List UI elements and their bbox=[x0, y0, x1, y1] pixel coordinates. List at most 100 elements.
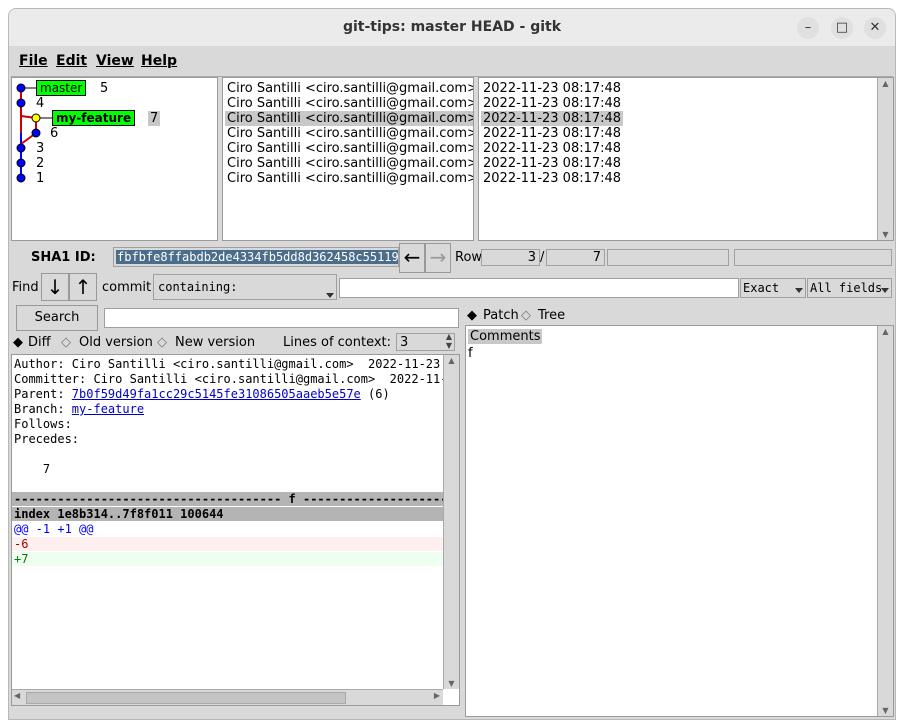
context-spinbox[interactable]: 3 ▲ ▼ bbox=[396, 332, 455, 351]
new-version-radio-label[interactable]: New version bbox=[175, 335, 255, 350]
date-row-selected[interactable]: 2022-11-23 08:17:48 bbox=[481, 111, 624, 126]
diff-radio-label[interactable]: Diff bbox=[28, 335, 51, 350]
chevron-down-icon[interactable] bbox=[881, 288, 889, 293]
new-version-radio-icon[interactable]: ◇ bbox=[157, 335, 167, 350]
branch-link[interactable]: my-feature bbox=[72, 402, 144, 416]
commit-msg-5[interactable]: 5 bbox=[100, 81, 108, 96]
author-row[interactable]: Ciro Santilli <ciro.santilli@gmail.com> bbox=[227, 81, 473, 96]
diff-scrollbar[interactable]: ▲ ▼ bbox=[443, 355, 459, 689]
minimize-button[interactable]: – bbox=[797, 17, 819, 39]
old-version-radio-icon[interactable]: ◇ bbox=[61, 335, 71, 350]
date-row[interactable]: 2022-11-23 08:17:48 bbox=[483, 126, 621, 141]
author-pane[interactable]: Ciro Santilli <ciro.santilli@gmail.com> … bbox=[222, 77, 474, 241]
author-row[interactable]: Ciro Santilli <ciro.santilli@gmail.com> bbox=[227, 141, 473, 156]
find-input[interactable] bbox=[339, 278, 739, 298]
patch-radio-label[interactable]: Patch bbox=[483, 308, 519, 323]
back-button[interactable]: ← bbox=[399, 243, 425, 273]
sha1-label: SHA1 ID: bbox=[31, 250, 96, 265]
forward-button[interactable]: → bbox=[425, 243, 451, 273]
author-row[interactable]: Ciro Santilli <ciro.santilli@gmail.com> bbox=[227, 96, 473, 111]
spin-up-icon[interactable]: ▲ bbox=[446, 332, 452, 341]
menu-edit[interactable]: Edit bbox=[56, 53, 87, 69]
tree-radio-label[interactable]: Tree bbox=[538, 308, 565, 323]
find-fields-value[interactable]: All fields bbox=[810, 281, 882, 295]
maximize-button[interactable]: □ bbox=[831, 17, 853, 39]
commit-msg-3[interactable]: 3 bbox=[36, 141, 44, 156]
diff-pane[interactable]: Author: Ciro Santilli <ciro.santilli@gma… bbox=[11, 354, 460, 706]
author-row[interactable]: Ciro Santilli <ciro.santilli@gmail.com> bbox=[227, 171, 473, 186]
find-mode-value[interactable]: Exact bbox=[743, 281, 779, 295]
commit-list-scrollbar[interactable]: ▲ ▼ bbox=[877, 78, 893, 240]
tree-radio-icon[interactable]: ◇ bbox=[521, 308, 531, 323]
commit-dot-6[interactable] bbox=[31, 128, 41, 138]
scroll-up-arrow[interactable]: ▲ bbox=[878, 79, 893, 88]
commit-dot-5[interactable] bbox=[16, 83, 26, 93]
scroll-up-arrow[interactable]: ▲ bbox=[444, 356, 459, 365]
file-item[interactable]: f bbox=[468, 346, 473, 361]
commit-msg-4[interactable]: 4 bbox=[36, 96, 44, 111]
scroll-up-arrow[interactable]: ▲ bbox=[878, 327, 893, 336]
branch-tag-my-feature[interactable]: my-feature bbox=[52, 110, 136, 126]
menu-help[interactable]: Help bbox=[141, 53, 177, 69]
spin-down-icon[interactable]: ▼ bbox=[446, 341, 452, 350]
commit-msg-1[interactable]: 1 bbox=[36, 171, 44, 186]
author-row-selected[interactable]: Ciro Santilli <ciro.santilli@gmail.com> bbox=[225, 111, 473, 126]
diff-radio-icon[interactable]: ◆ bbox=[13, 335, 23, 350]
menu-bar: File Edit View Help bbox=[11, 46, 893, 77]
commit-graph-pane[interactable]: master 5 4 my-feature 7 6 3 2 1 bbox=[11, 77, 218, 241]
commit-msg-2[interactable]: 2 bbox=[36, 156, 44, 171]
date-row[interactable]: 2022-11-23 08:17:48 bbox=[483, 96, 621, 111]
window-title: git-tips: master HEAD - gitk bbox=[342, 19, 562, 35]
scroll-down-arrow[interactable]: ▼ bbox=[878, 706, 893, 715]
date-row[interactable]: 2022-11-23 08:17:48 bbox=[483, 156, 621, 171]
commit-msg-7[interactable]: 7 bbox=[148, 111, 161, 126]
context-value[interactable]: 3 bbox=[400, 335, 408, 350]
added-line: +7 bbox=[12, 552, 443, 566]
search-input[interactable] bbox=[104, 308, 459, 328]
scroll-down-arrow[interactable]: ▼ bbox=[444, 679, 459, 688]
find-next-button[interactable]: ↓ bbox=[41, 273, 69, 301]
parent-sha-link[interactable]: 7b0f59d49fa1cc29c5145fe31086505aaeb5e57e bbox=[72, 387, 361, 401]
author-row[interactable]: Ciro Santilli <ciro.santilli@gmail.com> bbox=[227, 126, 473, 141]
commit-dot-1[interactable] bbox=[16, 173, 26, 183]
patch-radio-icon[interactable]: ◆ bbox=[467, 308, 477, 323]
scroll-right-arrow[interactable]: ▶ bbox=[434, 691, 440, 700]
file-list-scrollbar[interactable]: ▲ ▼ bbox=[877, 326, 893, 716]
commit-dot-4[interactable] bbox=[16, 98, 26, 108]
find-type-dropdown[interactable]: containing: bbox=[153, 274, 337, 300]
sha1-value[interactable]: fbfbfe8ffabdb2de4334fb5dd8d362458c551192 bbox=[116, 250, 398, 264]
parent-line: Parent: 7b0f59d49fa1cc29c5145fe31086505a… bbox=[14, 387, 390, 401]
menu-view[interactable]: View bbox=[96, 53, 134, 69]
diff-hscrollbar[interactable]: ◀ ▶ bbox=[12, 689, 443, 705]
hscroll-thumb[interactable] bbox=[26, 692, 346, 704]
index-line: index 1e8b314..7f8f011 100644 bbox=[12, 507, 443, 521]
find-prev-button[interactable]: ↑ bbox=[69, 273, 97, 301]
comments-item[interactable]: Comments bbox=[468, 329, 543, 344]
date-pane[interactable]: 2022-11-23 08:17:48 2022-11-23 08:17:48 … bbox=[478, 77, 894, 241]
date-row[interactable]: 2022-11-23 08:17:48 bbox=[483, 141, 621, 156]
commit-dot-7-head[interactable] bbox=[31, 113, 41, 123]
find-type-value[interactable]: containing: bbox=[158, 280, 237, 294]
commit-dot-2[interactable] bbox=[16, 158, 26, 168]
branch-line: Branch: my-feature bbox=[14, 402, 144, 416]
commit-dot-3[interactable] bbox=[16, 143, 26, 153]
commit-msg-6[interactable]: 6 bbox=[50, 126, 58, 141]
find-fields-dropdown[interactable]: All fields bbox=[807, 278, 892, 298]
date-row[interactable]: 2022-11-23 08:17:48 bbox=[483, 81, 621, 96]
close-button[interactable]: ✕ bbox=[864, 17, 886, 39]
author-row[interactable]: Ciro Santilli <ciro.santilli@gmail.com> bbox=[227, 156, 473, 171]
date-row[interactable]: 2022-11-23 08:17:48 bbox=[483, 171, 621, 186]
old-version-radio-label[interactable]: Old version bbox=[79, 335, 153, 350]
sha1-field[interactable]: fbfbfe8ffabdb2de4334fb5dd8d362458c551192 bbox=[113, 247, 399, 267]
find-mode-dropdown[interactable]: Exact bbox=[740, 278, 806, 298]
follows-line: Follows: bbox=[14, 417, 72, 431]
search-button[interactable]: Search bbox=[16, 305, 98, 331]
menu-file[interactable]: File bbox=[19, 53, 48, 69]
scroll-down-arrow[interactable]: ▼ bbox=[878, 230, 893, 239]
chevron-down-icon[interactable] bbox=[795, 288, 803, 293]
chevron-down-icon[interactable] bbox=[326, 293, 334, 298]
scroll-left-arrow[interactable]: ◀ bbox=[14, 691, 20, 700]
file-list-pane[interactable]: Comments f ▲ ▼ bbox=[465, 325, 894, 717]
precedes-line: Precedes: bbox=[14, 432, 80, 446]
branch-tag-master[interactable]: master bbox=[36, 80, 87, 96]
